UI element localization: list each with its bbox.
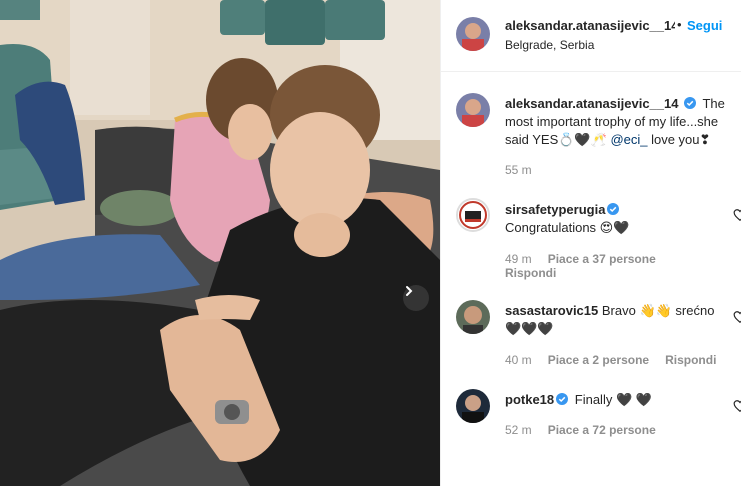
next-photo-button[interactable] [403, 285, 429, 311]
caption-time[interactable]: 55 m [505, 163, 532, 177]
caption-username[interactable]: aleksandar.atanasijevic__14 [505, 96, 678, 111]
comment-text: Finally 🖤 🖤 [574, 392, 652, 407]
comment-meta: 52 m Piace a 72 persone [505, 423, 672, 437]
post-side-panel: aleksandar.atanasijevic__14 • Segui Belg… [440, 0, 741, 486]
post-photo[interactable] [0, 0, 440, 486]
chevron-right-icon [406, 286, 413, 296]
comment-item: potke18 Finally 🖤 🖤 [505, 391, 731, 409]
author-avatar[interactable] [456, 17, 490, 51]
follow-button[interactable]: Segui [687, 18, 722, 33]
comment-likes[interactable]: Piace a 37 persone [548, 252, 656, 266]
caption-text-end: love you❣ [647, 132, 711, 147]
comment-meta: 40 m Piace a 2 persone Rispondi [505, 353, 732, 367]
photo-image [0, 0, 440, 486]
comment-likes[interactable]: Piace a 2 persone [548, 353, 649, 367]
reply-button[interactable]: Rispondi [505, 266, 556, 280]
comment-item: sasastarovic15 Bravo 👋👋 srećno 🖤🖤🖤 [505, 302, 731, 338]
post-header: aleksandar.atanasijevic__14 • Segui Belg… [441, 0, 741, 72]
author-username[interactable]: aleksandar.atanasijevic__14 [505, 18, 675, 33]
caption-mention[interactable]: @eci_ [610, 132, 647, 147]
caption-meta: 55 m [505, 163, 548, 177]
comment-username[interactable]: sirsafetyperugia [505, 202, 605, 217]
heart-outline-icon[interactable] [733, 310, 741, 324]
comment-time[interactable]: 40 m [505, 353, 532, 367]
comment-username[interactable]: potke18 [505, 392, 554, 407]
comment-meta: 49 m Piace a 37 persone [505, 252, 672, 266]
comment-item: sirsafetyperugia Congratulations 😍🖤 [505, 201, 731, 237]
post-caption: aleksandar.atanasijevic__14 The most imp… [505, 95, 741, 149]
caption-author-avatar[interactable] [456, 93, 490, 127]
comment-avatar[interactable] [456, 389, 490, 423]
verified-badge-icon [684, 97, 697, 109]
header-separator: • [677, 17, 682, 32]
comment-username[interactable]: sasastarovic15 [505, 303, 598, 318]
comment-time[interactable]: 49 m [505, 252, 532, 266]
heart-outline-icon[interactable] [733, 399, 741, 413]
verified-badge-icon [556, 393, 569, 405]
post-location[interactable]: Belgrade, Serbia [505, 38, 594, 52]
comment-text: Congratulations 😍🖤 [505, 220, 630, 235]
heart-outline-icon[interactable] [733, 208, 741, 222]
reply-button[interactable]: Rispondi [665, 353, 716, 367]
comment-time[interactable]: 52 m [505, 423, 532, 437]
comment-avatar[interactable] [456, 198, 490, 232]
comment-likes[interactable]: Piace a 72 persone [548, 423, 656, 437]
comment-meta-2: Rispondi [505, 266, 572, 280]
verified-badge-icon [607, 203, 620, 215]
comment-avatar[interactable] [456, 300, 490, 334]
